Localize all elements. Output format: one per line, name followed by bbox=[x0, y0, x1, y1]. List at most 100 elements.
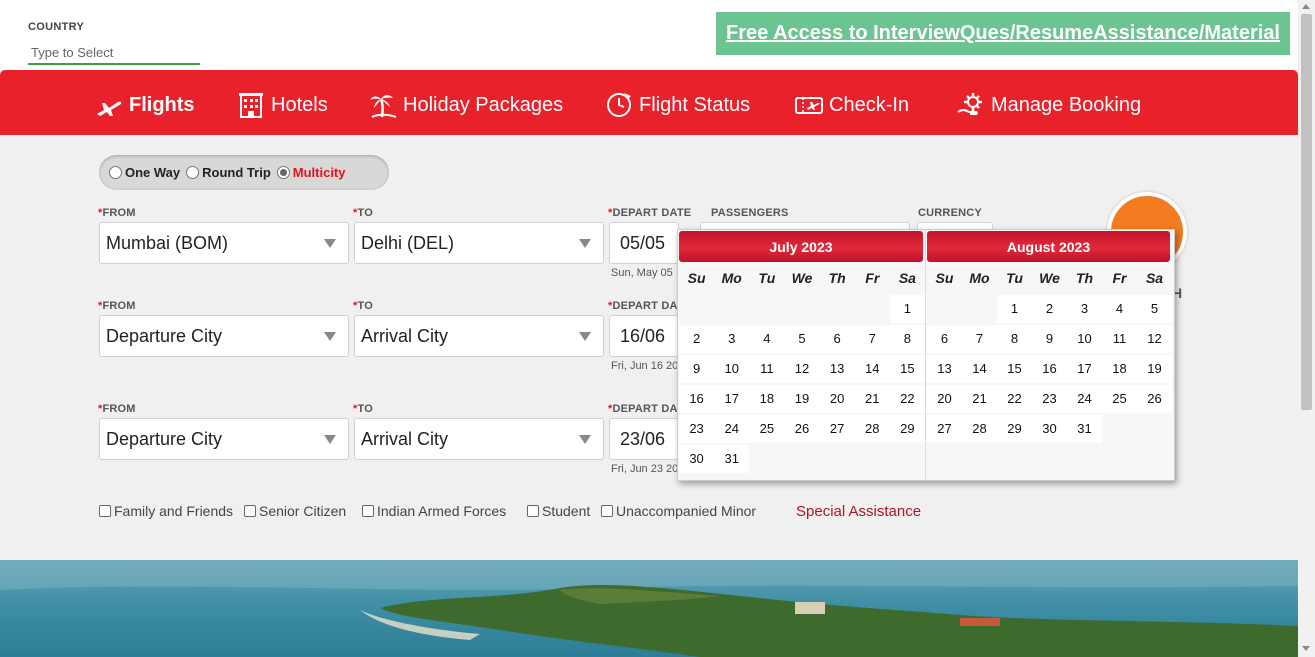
from-select-3[interactable]: Departure City bbox=[99, 418, 349, 460]
calendar-day[interactable]: 19 bbox=[784, 385, 820, 413]
plane-icon bbox=[97, 101, 122, 116]
calendar-day[interactable]: 12 bbox=[1137, 325, 1172, 353]
calendar-day[interactable]: 18 bbox=[1102, 355, 1137, 383]
checkbox-unaccompanied-minor[interactable]: Unaccompanied Minor bbox=[601, 503, 756, 519]
calendar-day[interactable]: 11 bbox=[1102, 325, 1137, 353]
calendar-day[interactable]: 4 bbox=[1102, 295, 1137, 323]
checkbox-student[interactable]: Student bbox=[527, 503, 590, 519]
calendar-day[interactable]: 25 bbox=[749, 415, 785, 443]
nav-flights[interactable]: Flights bbox=[94, 90, 195, 120]
nav-flight-status[interactable]: Flight Status bbox=[604, 90, 750, 120]
calendar-day[interactable]: 28 bbox=[854, 415, 890, 443]
calendar-day[interactable]: 15 bbox=[997, 355, 1032, 383]
calendar-day[interactable]: 5 bbox=[784, 325, 820, 353]
calendar-day[interactable]: 4 bbox=[749, 325, 785, 353]
calendar-day[interactable]: 28 bbox=[962, 415, 997, 443]
calendar-day[interactable]: 18 bbox=[749, 385, 785, 413]
calendar-day[interactable]: 9 bbox=[679, 355, 715, 383]
calendar-day[interactable]: 13 bbox=[819, 355, 855, 383]
calendar-week: 16 17 18 19 20 21 22 bbox=[678, 385, 925, 415]
calendar-day[interactable]: 23 bbox=[1032, 385, 1067, 413]
from-select-1[interactable]: Mumbai (BOM) bbox=[99, 222, 349, 264]
radio-round-trip[interactable]: Round Trip bbox=[186, 165, 271, 180]
calendar-day[interactable]: 17 bbox=[1067, 355, 1102, 383]
calendar-day[interactable]: 21 bbox=[962, 385, 997, 413]
calendar-day[interactable]: 17 bbox=[714, 385, 750, 413]
calendar-day[interactable]: 14 bbox=[962, 355, 997, 383]
calendar-day[interactable]: 8 bbox=[997, 325, 1032, 353]
scroll-up-arrow-icon[interactable] bbox=[1302, 4, 1310, 9]
from-select-2[interactable]: Departure City bbox=[99, 315, 349, 357]
checkbox-family-friends[interactable]: Family and Friends bbox=[99, 503, 233, 519]
weekday-label: Fr bbox=[1112, 270, 1127, 286]
calendar-day[interactable]: 27 bbox=[927, 415, 962, 443]
special-assistance-link[interactable]: Special Assistance bbox=[796, 503, 921, 520]
calendar-day[interactable]: 27 bbox=[819, 415, 855, 443]
depart-date-1[interactable]: 05/05 bbox=[609, 222, 679, 264]
vertical-scrollbar[interactable] bbox=[1298, 0, 1315, 657]
calendar-day[interactable]: 24 bbox=[714, 415, 750, 443]
calendar-day[interactable]: 31 bbox=[714, 445, 750, 473]
calendar-day[interactable]: 5 bbox=[1137, 295, 1172, 323]
radio-one-way[interactable]: One Way bbox=[109, 165, 180, 180]
calendar-day[interactable]: 26 bbox=[1137, 385, 1172, 413]
calendar-day[interactable]: 15 bbox=[889, 355, 925, 383]
checkbox-senior-citizen[interactable]: Senior Citizen bbox=[244, 503, 346, 519]
calendar-day[interactable]: 2 bbox=[679, 325, 715, 353]
country-input[interactable] bbox=[28, 41, 200, 65]
calendar-day[interactable]: 6 bbox=[819, 325, 855, 353]
to-select-1[interactable]: Delhi (DEL) bbox=[354, 222, 604, 264]
calendar-day[interactable]: 16 bbox=[679, 385, 715, 413]
calendar-day[interactable]: 8 bbox=[889, 325, 925, 353]
calendar-day[interactable]: 25 bbox=[1102, 385, 1137, 413]
calendar-day[interactable]: 29 bbox=[997, 415, 1032, 443]
calendar-week: 2345678 bbox=[678, 325, 925, 355]
calendar-day[interactable]: 6 bbox=[927, 325, 962, 353]
calendar-day[interactable]: 21 bbox=[854, 385, 890, 413]
scroll-thumb[interactable] bbox=[1301, 14, 1312, 410]
nav-check-in[interactable]: Check-In bbox=[794, 90, 909, 120]
calendar-empty-cell bbox=[855, 445, 890, 473]
calendar-day[interactable]: 1 bbox=[997, 295, 1032, 323]
calendar-day[interactable]: 19 bbox=[1137, 355, 1172, 383]
to-select-2[interactable]: Arrival City bbox=[354, 315, 604, 357]
calendar-day[interactable]: 30 bbox=[679, 445, 715, 473]
calendar-day[interactable]: 29 bbox=[889, 415, 925, 443]
calendar-day[interactable]: 22 bbox=[889, 385, 925, 413]
calendar-day[interactable]: 16 bbox=[1032, 355, 1067, 383]
calendar-day[interactable]: 3 bbox=[1067, 295, 1102, 323]
nav-holiday-packages[interactable]: Holiday Packages bbox=[368, 90, 563, 120]
calendar-day[interactable]: 24 bbox=[1067, 385, 1102, 413]
calendar-day[interactable]: 7 bbox=[854, 325, 890, 353]
calendar-day[interactable]: 20 bbox=[927, 385, 962, 413]
calendar-day[interactable]: 26 bbox=[784, 415, 820, 443]
calendar-day[interactable]: 22 bbox=[997, 385, 1032, 413]
calendar-day[interactable]: 1 bbox=[889, 295, 925, 323]
calendar-day[interactable]: 10 bbox=[714, 355, 750, 383]
radio-multicity[interactable]: Multicity bbox=[276, 165, 346, 180]
calendar-day[interactable]: 2 bbox=[1032, 295, 1067, 323]
calendar-day[interactable]: 23 bbox=[679, 415, 715, 443]
to-select-3[interactable]: Arrival City bbox=[354, 418, 604, 460]
checkbox-box bbox=[244, 505, 256, 517]
free-access-link[interactable]: Free Access to InterviewQues/ResumeAssis… bbox=[716, 12, 1290, 55]
calendar-day[interactable]: 31 bbox=[1067, 415, 1102, 443]
nav-hotels[interactable]: Hotels bbox=[236, 90, 328, 120]
calendar-day[interactable]: 12 bbox=[784, 355, 820, 383]
calendar-day[interactable]: 7 bbox=[962, 325, 997, 353]
calendar-day[interactable]: 10 bbox=[1067, 325, 1102, 353]
calendar-day[interactable]: 13 bbox=[927, 355, 962, 383]
scroll-down-arrow-icon[interactable] bbox=[1302, 646, 1310, 651]
calendar-day[interactable]: 20 bbox=[819, 385, 855, 413]
nav-manage-booking[interactable]: Manage Booking bbox=[956, 90, 1141, 120]
checkbox-armed-forces[interactable]: Indian Armed Forces bbox=[362, 503, 506, 519]
calendar-day[interactable]: 11 bbox=[749, 355, 785, 383]
calendar-day[interactable]: 30 bbox=[1032, 415, 1067, 443]
to-label-1: *TO bbox=[353, 207, 373, 219]
calendar-day[interactable]: 3 bbox=[714, 325, 750, 353]
depart-date-3[interactable]: 23/06 bbox=[609, 418, 679, 460]
calendar-day[interactable]: 9 bbox=[1032, 325, 1067, 353]
calendar-empty-cell bbox=[679, 295, 714, 323]
calendar-day[interactable]: 14 bbox=[854, 355, 890, 383]
depart-date-2[interactable]: 16/06 bbox=[609, 315, 679, 357]
